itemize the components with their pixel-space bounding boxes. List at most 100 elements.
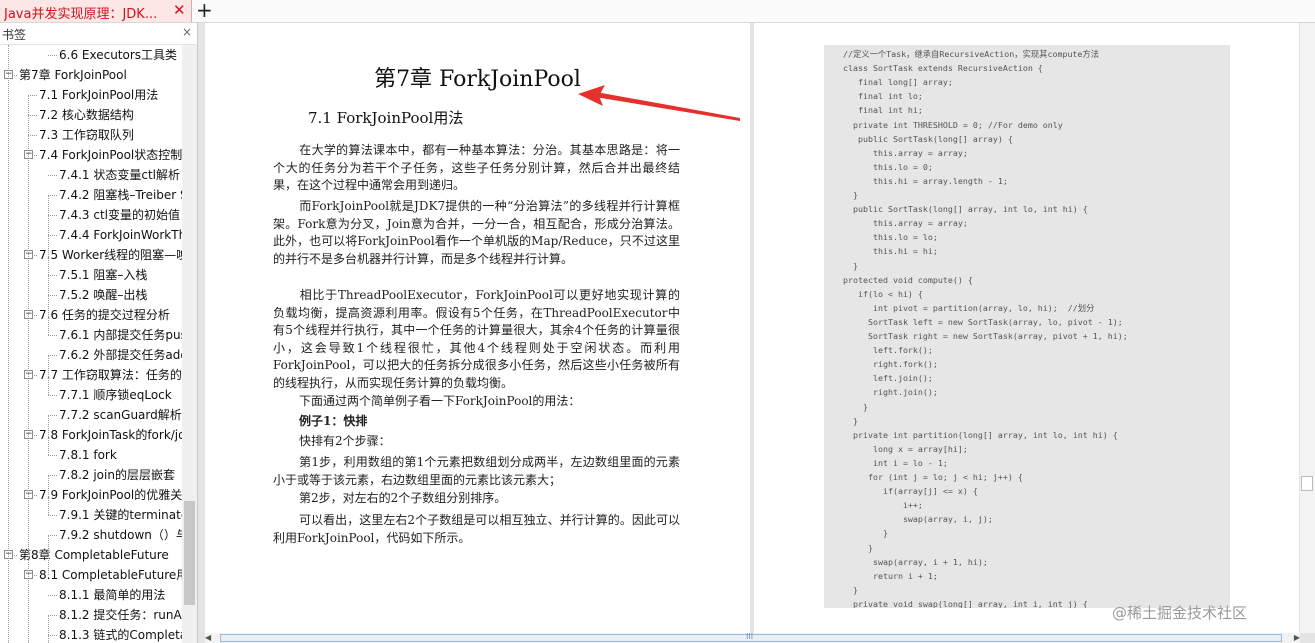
vertical-scroll-thumb[interactable] <box>1301 476 1313 491</box>
tree-connector <box>28 95 37 96</box>
tree-connector <box>48 275 57 276</box>
bookmark-label: 第7章 ForkJoinPool <box>19 68 127 82</box>
tree-guide-line <box>48 195 49 295</box>
watermark: @稀土掘金技术社区 <box>1112 604 1248 622</box>
bookmark-label: 7.2 核心数据结构 <box>39 108 134 122</box>
close-tab-icon[interactable]: ✕ <box>173 1 186 19</box>
horizontal-scroll-thumb[interactable]: III <box>220 632 1282 642</box>
code-line: final int lo; <box>843 91 923 102</box>
document-tab[interactable]: Java并发实现原理：JDK... ✕ <box>0 0 192 22</box>
tree-connector <box>48 215 57 216</box>
scroll-right-icon[interactable]: ▶ <box>1294 633 1300 642</box>
paragraph-text: 第2步，对左右的2个子数组分别排序。 <box>299 491 507 505</box>
code-line: right.join(); <box>843 387 938 398</box>
code-line: private void swap(long[] array, int i, i… <box>843 598 1088 608</box>
code-line: private int THRESHOLD = 0; //For demo on… <box>843 119 1063 130</box>
bookmark-label: 7.8.2 join的层层嵌套 <box>59 468 175 482</box>
bookmark-label: 7.3 工作窃取队列 <box>39 128 134 142</box>
bookmark-label: 7.8 ForkJoinTask的fork/join <box>39 428 182 442</box>
page-right: //定义一个Task，继承自RecursiveAction，实现其compute… <box>754 23 1299 633</box>
tab-title[interactable]: Java并发实现原理：JDK... <box>4 3 172 22</box>
bookmark-label: 7.9 ForkJoinPool的优雅关闭 <box>39 488 182 502</box>
scroll-left-icon[interactable]: ◀ <box>205 633 211 642</box>
paragraph-text: 快排有2个步骤： <box>299 434 391 448</box>
tree-connector <box>48 335 57 336</box>
bookmark-label: 7.1 ForkJoinPool用法 <box>39 88 159 102</box>
tree-connector <box>48 235 57 236</box>
paragraph: 而ForkJoinPool就是JDK7提供的一种“分治算法”的多线程并行计算框架… <box>273 198 680 268</box>
bookmarks-scrollbar[interactable] <box>182 45 197 643</box>
bookmark-item[interactable]: − 第7章 ForkJoinPool <box>0 65 182 85</box>
tree-guide-line <box>48 355 49 395</box>
bookmark-label: 7.5 Worker线程的阻塞—唤醒 <box>39 248 182 262</box>
annotation-arrow-icon <box>578 85 740 121</box>
section-title: 7.1 ForkJoinPool用法 <box>308 109 464 127</box>
paragraph: 相比于ThreadPoolExecutor，ForkJoinPool可以更好地实… <box>273 287 680 392</box>
bookmark-label: 7.4.3 ctl变量的初始值 <box>59 208 180 222</box>
paragraph: 快排有2个步骤： <box>273 433 680 451</box>
tree-connector <box>48 295 57 296</box>
code-line: } <box>843 415 858 426</box>
code-line: long x = array[hi]; <box>843 443 968 454</box>
code-line: if(array[j] <= x) { <box>843 486 978 497</box>
bookmark-label: 7.4 ForkJoinPool状态控制 <box>39 148 182 162</box>
bookmark-label: 7.9.2 shutdown（）与shutdownNow <box>59 528 182 542</box>
code-line: int i = lo - 1; <box>843 457 948 468</box>
tree-connector <box>48 175 57 176</box>
code-line: return i + 1; <box>843 570 938 581</box>
bookmarks-scroll-thumb[interactable] <box>184 501 195 605</box>
tree-guide-line <box>8 45 9 643</box>
tree-guide-line <box>48 295 49 335</box>
paragraph-text: 例子1：快排 <box>299 414 368 428</box>
paragraph: 可以看出，这里左右2个子数组是可以相互独立、并行计算的。因此可以利用ForkJo… <box>273 512 680 547</box>
code-line: final long[] array; <box>843 77 953 88</box>
tree-connector <box>48 195 57 196</box>
bookmark-label: 7.4.4 ForkJoinWorkThread <box>59 228 182 242</box>
code-line: } <box>843 190 858 200</box>
bookmark-label: 8.1.1 最简单的用法 <box>59 588 166 602</box>
bookmarks-panel: 书签 × 6.6 Executors工具类 − 第7章 ForkJoinPool 7.… <box>0 23 198 643</box>
code-line: final int hi; <box>843 105 923 116</box>
code-line: this.array = array; <box>843 218 968 229</box>
bookmark-label: 7.5.1 阻塞–入栈 <box>59 268 148 282</box>
bookmark-label: 8.1.3 链式的CompletableFuture <box>59 628 182 642</box>
bookmark-label: 7.6.1 内部提交任务push <box>59 328 182 342</box>
paragraph-text: 在大学的算法课本中，都有一种基本算法：分治。其基本思路是：将一个大的任务分为若干… <box>273 143 680 192</box>
code-line: this.lo = lo; <box>843 232 938 243</box>
tree-guide-line <box>28 95 29 643</box>
close-panel-icon[interactable]: × <box>182 25 192 39</box>
code-line: this.hi = array.length - 1; <box>843 175 1008 186</box>
code-line: left.join(); <box>843 373 933 384</box>
code-line: } <box>843 401 868 412</box>
tree-connector <box>48 515 57 516</box>
tree-connector <box>48 535 57 536</box>
paragraph-text: 相比于ThreadPoolExecutor，ForkJoinPool可以更好地实… <box>273 288 680 390</box>
code-line: public SortTask(long[] array) { <box>843 133 1013 144</box>
tree-connector <box>28 115 37 116</box>
document-horizontal-scrollbar[interactable]: ◀ III ▶ <box>205 632 1300 643</box>
code-line: this.hi = hi; <box>843 246 938 257</box>
paragraph-text: 第1步，利用数组的第1个元素把数组划分成两半，左边数组里面的元素小于或等于该元素… <box>273 455 680 487</box>
tab-bar: Java并发实现原理：JDK... ✕ + <box>0 0 1315 23</box>
paragraph: 下面通过两个简单例子看一下ForkJoinPool的用法： <box>273 393 680 411</box>
tree-guide-line <box>48 475 49 515</box>
tree-guide-line <box>48 535 49 575</box>
tree-connector <box>48 635 57 636</box>
paragraph: 第1步，利用数组的第1个元素把数组划分成两半，左边数组里面的元素小于或等于该元素… <box>273 454 680 489</box>
code-line: left.fork(); <box>843 345 933 356</box>
tree-connector <box>48 595 57 596</box>
code-line: class SortTask extends RecursiveAction { <box>843 63 1043 74</box>
tree-connector <box>48 55 57 56</box>
code-line: //定义一个Task，继承自RecursiveAction，实现其compute… <box>843 49 1100 59</box>
document-vertical-scrollbar[interactable] <box>1300 23 1315 633</box>
paragraph: 第2步，对左右的2个子数组分别排序。 <box>273 490 680 508</box>
bookmark-label: 7.4.1 状态变量ctl解析 <box>59 168 180 182</box>
bookmark-item[interactable]: 6.6 Executors工具类 <box>0 45 182 65</box>
tree-connector <box>48 395 57 396</box>
bookmark-label: 7.7 工作窃取算法：任务的执行 <box>39 368 182 382</box>
code-line: for (int j = lo; j < hi; j++) { <box>843 472 1023 482</box>
paragraph-text: 下面通过两个简单例子看一下ForkJoinPool的用法： <box>299 394 581 408</box>
code-block: //定义一个Task，继承自RecursiveAction，实现其compute… <box>824 45 1230 608</box>
new-tab-button[interactable]: + <box>196 0 213 22</box>
code-line: int pivot = partition(array, lo, hi); //… <box>843 302 1095 313</box>
